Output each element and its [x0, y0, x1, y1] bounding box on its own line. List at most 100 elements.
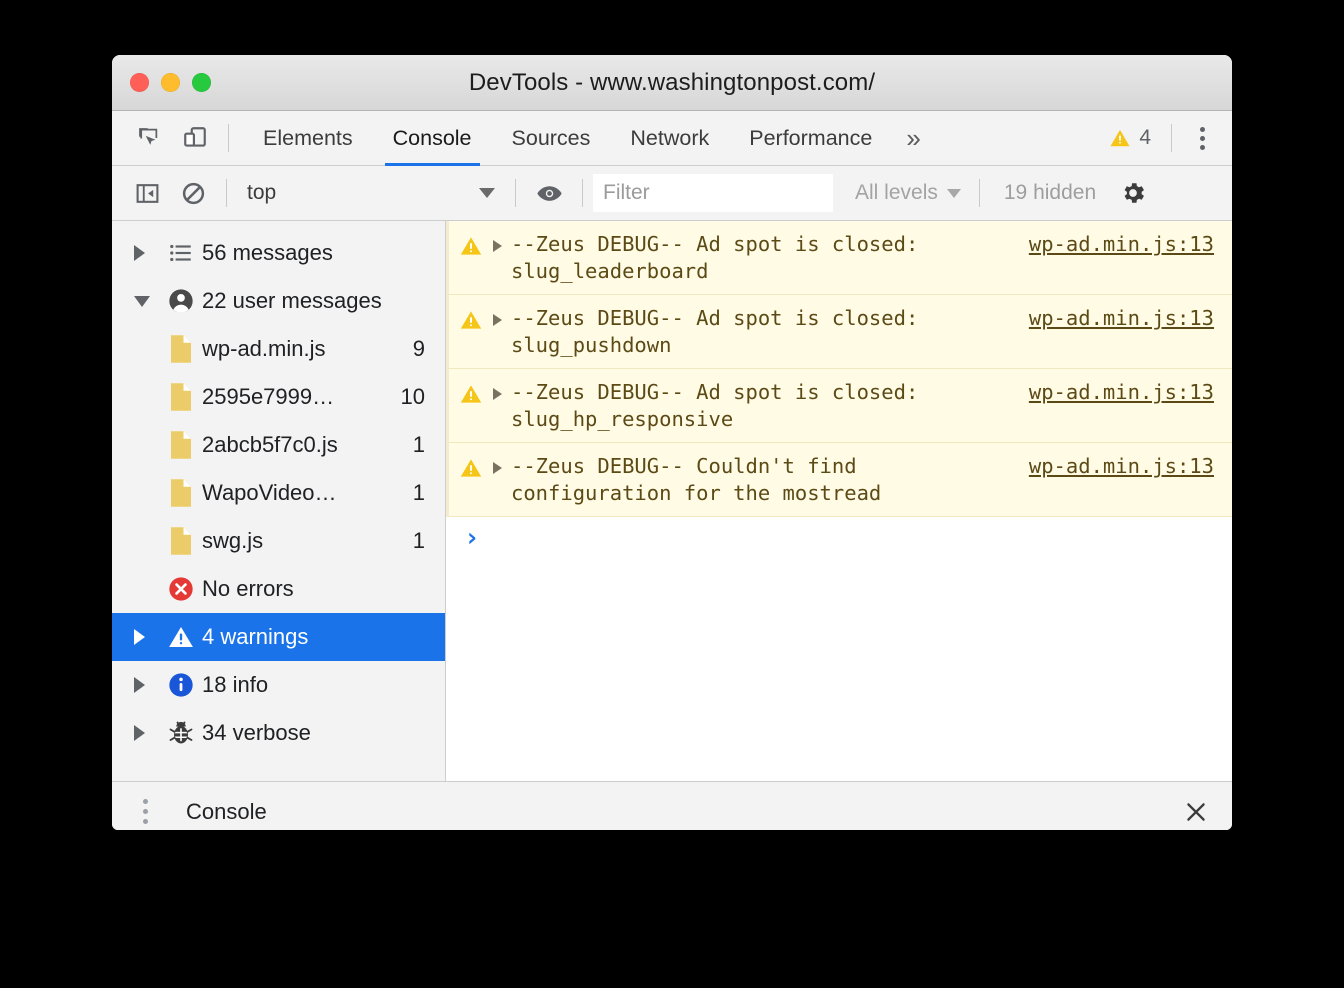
devtools-drawer: Console [112, 781, 1232, 830]
clear-console-icon[interactable] [170, 171, 216, 215]
tab-console[interactable]: Console [373, 111, 492, 166]
close-icon[interactable] [1168, 784, 1224, 831]
disclosure-expanded-icon[interactable] [134, 295, 160, 307]
toolbar-divider [226, 179, 227, 207]
console-message-text: --Zeus DEBUG-- Ad spot is closed: slug_p… [511, 306, 931, 357]
expand-arrow-icon[interactable] [493, 305, 511, 326]
window-title: DevTools - www.washingtonpost.com/ [468, 68, 876, 96]
devtools-window: DevTools - www.washingtonpost.com/ Eleme… [112, 55, 1232, 830]
warning-triangle-icon [449, 453, 493, 480]
sidebar-item-count: 1 [412, 432, 425, 457]
console-message-source-link[interactable]: wp-ad.min.js:13 [1029, 305, 1232, 332]
console-message-source-link[interactable]: wp-ad.min.js:13 [1029, 453, 1232, 480]
tab-performance[interactable]: Performance [729, 111, 892, 166]
file-icon [160, 478, 202, 508]
chevron-down-icon [946, 188, 961, 198]
sidebar-item-verbose[interactable]: 34 verbose [112, 709, 445, 757]
sidebar-item-file-2595e7999[interactable]: 2595e7999… 10 [112, 373, 445, 421]
kebab-dot [1199, 144, 1205, 150]
sidebar-item-label: No errors [202, 576, 294, 601]
bug-icon [160, 719, 202, 747]
chevron-down-icon [479, 188, 495, 198]
console-message-source-link[interactable]: wp-ad.min.js:13 [1029, 379, 1232, 406]
warning-count-badge[interactable]: 4 [1099, 126, 1161, 150]
panel-tabs: Elements Console Sources Network Perform… [243, 111, 933, 166]
sidebar-item-count: 1 [412, 528, 425, 553]
more-tabs-button[interactable]: » [892, 111, 932, 166]
sidebar-item-label: 22 user messages [202, 288, 382, 313]
console-message-source-link[interactable]: wp-ad.min.js:13 [1029, 231, 1232, 258]
disclosure-collapsed-icon[interactable] [134, 677, 160, 693]
toolbar-divider [515, 179, 516, 207]
toolbar-divider [582, 179, 583, 207]
tab-elements[interactable]: Elements [243, 111, 373, 166]
console-message-row[interactable]: --Zeus DEBUG-- Ad spot is closed: slug_l… [446, 221, 1232, 295]
sidebar-item-file-swg[interactable]: swg.js 1 [112, 517, 445, 565]
toolbar-divider [228, 124, 229, 152]
file-icon [160, 382, 202, 412]
close-window-button[interactable] [130, 73, 149, 92]
warning-triangle-icon [449, 231, 493, 258]
sidebar-item-all-messages[interactable]: 56 messages [112, 229, 445, 277]
window-controls [130, 55, 211, 110]
prompt-chevron-icon: › [464, 523, 480, 553]
kebab-dot [142, 809, 148, 814]
disclosure-collapsed-icon[interactable] [134, 629, 160, 645]
kebab-dot [142, 799, 148, 804]
console-toolbar: top All levels 19 hidden [112, 166, 1232, 221]
file-icon [160, 526, 202, 556]
info-circle-icon [160, 671, 202, 699]
sidebar-item-label: wp-ad.min.js [202, 336, 326, 361]
execution-context-selector[interactable]: top [237, 171, 505, 215]
console-message-row[interactable]: --Zeus DEBUG-- Ad spot is closed: slug_p… [446, 295, 1232, 369]
console-message-list[interactable]: --Zeus DEBUG-- Ad spot is closed: slug_l… [446, 221, 1232, 781]
expand-arrow-icon[interactable] [493, 379, 511, 400]
log-level-label: All levels [855, 181, 938, 204]
minimize-window-button[interactable] [161, 73, 180, 92]
sidebar-item-count: 1 [412, 480, 425, 505]
sidebar-item-label: WapoVideo… [202, 480, 337, 505]
error-circle-icon [160, 575, 202, 603]
drawer-tab-console[interactable]: Console [164, 782, 289, 831]
console-sidebar-toggle-icon[interactable] [124, 171, 170, 215]
console-sidebar: 56 messages 22 user messages wp-ad.min.j… [112, 221, 446, 781]
sidebar-item-warnings[interactable]: 4 warnings [112, 613, 445, 661]
filter-input[interactable] [593, 174, 833, 212]
file-icon [160, 430, 202, 460]
sidebar-item-user-messages[interactable]: 22 user messages [112, 277, 445, 325]
eye-icon[interactable] [526, 171, 572, 215]
warning-triangle-icon [160, 623, 202, 651]
sidebar-item-file-2abcb5f7c0[interactable]: 2abcb5f7c0.js 1 [112, 421, 445, 469]
gear-icon[interactable] [1110, 171, 1156, 215]
zoom-window-button[interactable] [192, 73, 211, 92]
tab-network[interactable]: Network [610, 111, 729, 166]
screenshot-canvas: DevTools - www.washingtonpost.com/ Eleme… [0, 0, 1344, 988]
sidebar-item-errors[interactable]: No errors [112, 565, 445, 613]
disclosure-collapsed-icon[interactable] [134, 725, 160, 741]
user-icon [160, 287, 202, 315]
toolbar-divider [978, 179, 980, 207]
sidebar-item-file-wp-ad[interactable]: wp-ad.min.js 9 [112, 325, 445, 373]
sidebar-item-label: 34 verbose [202, 720, 311, 745]
console-prompt[interactable]: › [446, 517, 1232, 561]
sidebar-item-info[interactable]: 18 info [112, 661, 445, 709]
log-level-selector[interactable]: All levels [847, 181, 969, 205]
expand-arrow-icon[interactable] [493, 231, 511, 252]
inspect-element-icon[interactable] [126, 116, 172, 160]
sidebar-item-label: swg.js [202, 528, 264, 553]
console-message-row[interactable]: --Zeus DEBUG-- Ad spot is closed: slug_h… [446, 369, 1232, 443]
console-message-text: --Zeus DEBUG-- Couldn't find configurati… [511, 454, 882, 505]
console-body: 56 messages 22 user messages wp-ad.min.j… [112, 221, 1232, 781]
expand-arrow-icon[interactable] [493, 453, 511, 474]
disclosure-collapsed-icon[interactable] [134, 245, 160, 261]
console-message-row[interactable]: --Zeus DEBUG-- Couldn't find configurati… [446, 443, 1232, 517]
sidebar-item-label: 2abcb5f7c0.js [202, 432, 338, 457]
sidebar-item-file-wapovideo[interactable]: WapoVideo… 1 [112, 469, 445, 517]
tabbar-right-controls: 4 [1099, 111, 1232, 166]
more-vertical-icon[interactable] [1182, 116, 1222, 160]
more-vertical-icon[interactable] [126, 784, 164, 831]
sidebar-item-count: 10 [400, 384, 425, 409]
kebab-dot [142, 819, 148, 824]
tab-sources[interactable]: Sources [492, 111, 611, 166]
device-toolbar-icon[interactable] [172, 116, 218, 160]
